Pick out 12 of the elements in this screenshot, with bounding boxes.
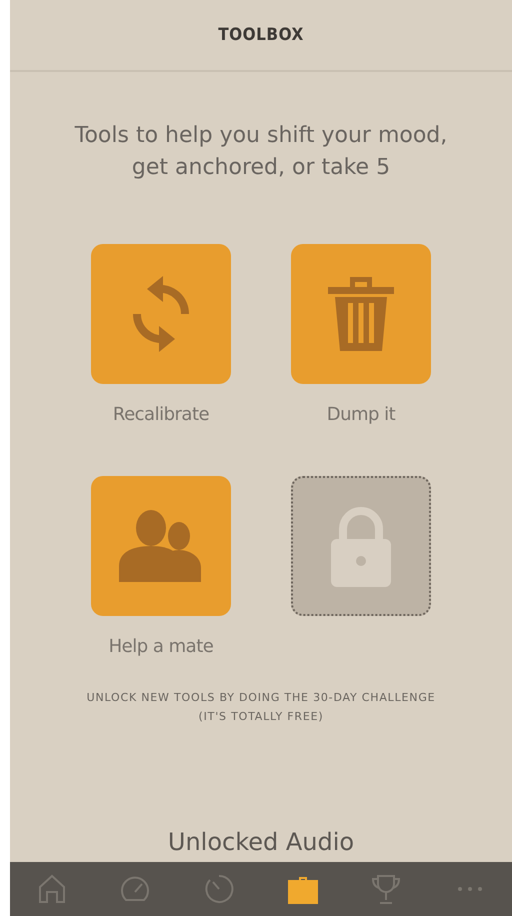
intro-text: Tools to help you shift your mood, get anchored, or take 5 <box>74 122 448 182</box>
screen-title: TOOLBOX <box>218 25 304 45</box>
tool-label: Dump it <box>326 404 396 425</box>
unlock-note: UNLOCK NEW TOOLS BY DOING THE 30-DAY CHALLENGE (IT'S TOTALLY FREE) <box>86 690 436 725</box>
tool-tile[interactable] <box>91 244 231 384</box>
section-title: Unlocked Audio <box>166 828 356 856</box>
tool-label: Help a mate <box>108 636 214 657</box>
tool-label: Recalibrate <box>112 404 210 425</box>
tool-tile[interactable] <box>291 244 431 384</box>
locked-tool-tile[interactable] <box>291 476 431 616</box>
trash-icon <box>326 275 396 353</box>
tool-tile[interactable] <box>91 476 231 616</box>
